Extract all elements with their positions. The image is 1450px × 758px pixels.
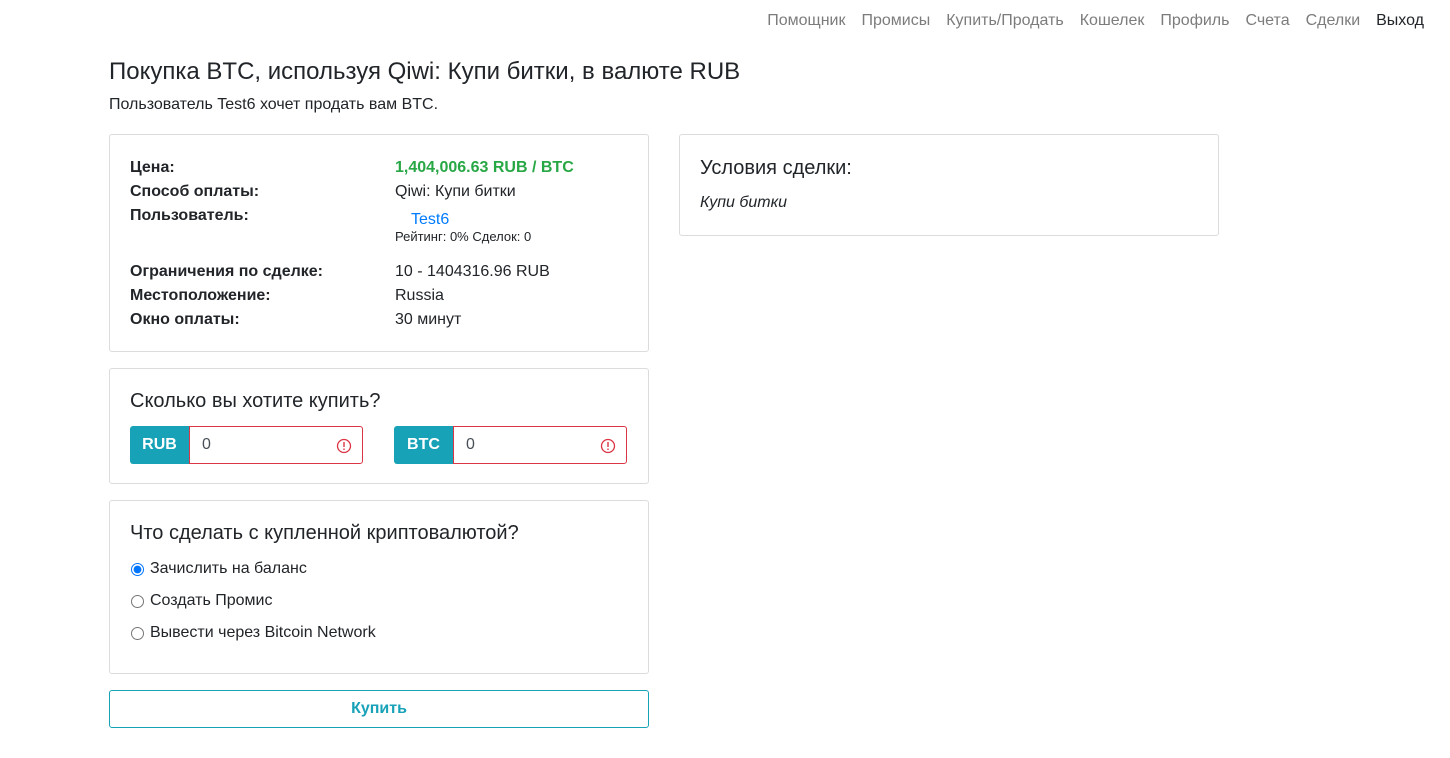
limits-label: Ограничения по сделке: [130, 263, 323, 280]
nav-item-assistant[interactable]: Помощник [759, 12, 853, 30]
user-row: Пользователь: Test6 Рейтинг: 0% Сделок: … [130, 206, 531, 244]
payment-window-label: Окно оплаты: [130, 311, 240, 328]
option-credit-balance[interactable]: Зачислить на баланс [130, 560, 307, 578]
radio-create-promise[interactable] [131, 594, 144, 608]
deal-terms-title: Условия сделки: [700, 157, 852, 179]
deal-terms-card: Условия сделки: Купи битки [679, 134, 1219, 236]
offer-info-card: Цена: 1,404,006.63 RUB / BTC Способ опла… [109, 134, 649, 352]
location-value: Russia [395, 287, 444, 304]
error-icon [600, 438, 616, 454]
option-withdraw-bitcoin[interactable]: Вывести через Bitcoin Network [130, 624, 376, 642]
price-row: Цена: 1,404,006.63 RUB / BTC [130, 158, 574, 178]
nav-item-profile[interactable]: Профиль [1152, 12, 1237, 30]
page-subtitle: Пользователь Test6 хочет продать вам BTC… [109, 96, 439, 113]
option-credit-balance-label: Зачислить на баланс [150, 560, 307, 577]
nav-item-deals[interactable]: Сделки [1298, 12, 1369, 30]
user-rating: Рейтинг: 0% Сделок: 0 [395, 229, 532, 244]
user-block: Test6 Рейтинг: 0% Сделок: 0 [395, 206, 531, 244]
limits-value: 10 - 1404316.96 RUB [395, 263, 550, 280]
btc-input-group: BTC [394, 426, 627, 464]
price-value: 1,404,006.63 RUB / BTC [395, 159, 574, 176]
nav-item-promises[interactable]: Промисы [853, 12, 938, 30]
user-label: Пользователь: [130, 207, 249, 224]
nav-item-logout[interactable]: Выход [1368, 12, 1432, 30]
payment-window-value: 30 минут [395, 311, 462, 328]
rub-addon: RUB [130, 426, 189, 464]
user-link[interactable]: Test6 [411, 210, 531, 230]
btc-addon: BTC [394, 426, 453, 464]
limits-row: Ограничения по сделке: 10 - 1404316.96 R… [130, 262, 550, 282]
payment-method-row: Способ оплаты: Qiwi: Купи битки [130, 182, 516, 202]
rub-input-group: RUB [130, 426, 363, 464]
nav-item-buy-sell[interactable]: Купить/Продать [938, 12, 1072, 30]
option-create-promise-label: Создать Промис [150, 592, 273, 609]
payment-method-value: Qiwi: Купи битки [395, 183, 516, 200]
crypto-action-title: Что сделать с купленной криптовалютой? [130, 522, 519, 544]
buy-button[interactable]: Купить [109, 690, 649, 728]
payment-window-row: Окно оплаты: 30 минут [130, 310, 461, 330]
radio-withdraw-bitcoin[interactable] [131, 626, 144, 640]
nav-item-accounts[interactable]: Счета [1237, 12, 1297, 30]
payment-method-label: Способ оплаты: [130, 183, 260, 200]
amount-card: Сколько вы хотите купить? RUB BTC [109, 368, 649, 484]
crypto-action-card: Что сделать с купленной криптовалютой? З… [109, 500, 649, 674]
page-title: Покупка BTC, используя Qiwi: Купи битки,… [109, 58, 741, 85]
amount-title: Сколько вы хотите купить? [130, 390, 381, 412]
radio-credit-balance[interactable] [131, 562, 144, 576]
btc-field-wrapper [453, 426, 627, 464]
option-create-promise[interactable]: Создать Промис [130, 592, 272, 610]
option-withdraw-bitcoin-label: Вывести через Bitcoin Network [150, 624, 376, 641]
top-navigation: Помощник Промисы Купить/Продать Кошелек … [759, 0, 1432, 42]
location-label: Местоположение: [130, 287, 271, 304]
location-row: Местоположение: Russia [130, 286, 444, 306]
error-icon [336, 438, 352, 454]
price-label: Цена: [130, 159, 175, 176]
deal-terms-text: Купи битки [700, 194, 788, 211]
nav-item-wallet[interactable]: Кошелек [1072, 12, 1153, 30]
rub-field-wrapper [189, 426, 363, 464]
